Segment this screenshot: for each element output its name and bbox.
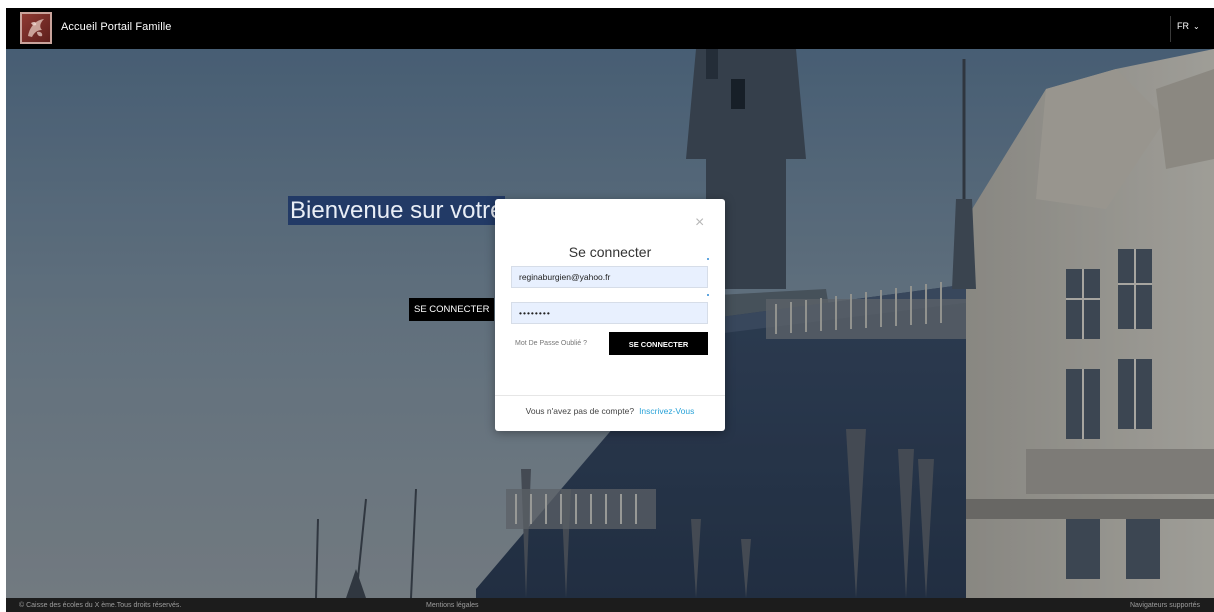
close-icon[interactable]: × [695,215,704,231]
signup-prompt: Vous n'avez pas de compte? Inscrivez-Vous [495,406,725,416]
crest-icon [28,19,44,37]
legal-notice-link[interactable]: Mentions légales [426,602,479,609]
modal-divider [495,395,725,396]
chevron-down-icon: ⌄ [1193,22,1200,31]
login-submit-button[interactable]: SE CONNECTER [609,332,708,355]
email-field[interactable] [511,266,708,288]
page: Accueil Portail Famille FR ⌄ Bienvenue s… [0,0,1214,612]
nav-divider [1170,16,1171,42]
required-indicator [707,258,709,260]
signup-link[interactable]: Inscrivez-Vous [639,406,694,416]
language-label: FR [1177,21,1189,31]
supported-browsers-link[interactable]: Navigateurs supportés [1130,602,1200,609]
hero-login-button[interactable]: SE CONNECTER [409,298,495,321]
forgot-password-link[interactable]: Mot De Passe Oublié ? [515,340,587,347]
top-navbar: Accueil Portail Famille FR ⌄ [6,8,1214,49]
copyright-text: © Caisse des écoles du X ème.Tous droits… [19,602,182,609]
brand-title[interactable]: Accueil Portail Famille [61,21,172,33]
required-indicator [707,294,709,296]
page-footer: © Caisse des écoles du X ème.Tous droits… [6,598,1214,612]
modal-title: Se connecter [568,244,652,260]
password-field[interactable] [511,302,708,324]
city-crest-logo[interactable] [20,12,52,44]
language-selector[interactable]: FR ⌄ [1177,21,1200,31]
no-account-text: Vous n'avez pas de compte? [525,406,635,416]
hero-welcome-title: Bienvenue sur votre [288,196,506,225]
login-modal: × Se connecter Mot De Passe Oublié ? SE … [495,199,725,431]
